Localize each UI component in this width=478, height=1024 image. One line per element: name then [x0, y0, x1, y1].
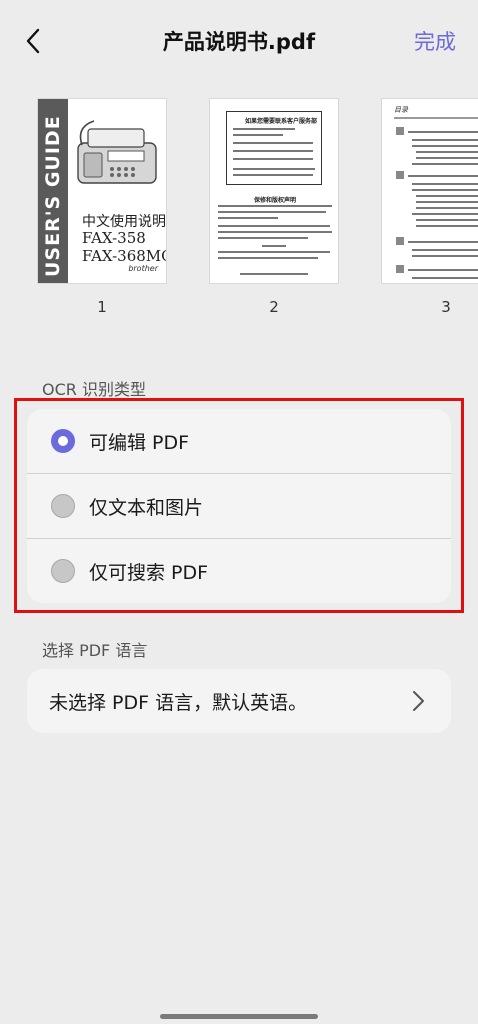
- page-number: 1: [97, 298, 107, 316]
- radio-unselected-icon[interactable]: [51, 494, 75, 518]
- pdf-language-label: 选择 PDF 语言: [42, 641, 148, 660]
- home-indicator[interactable]: [160, 1014, 318, 1019]
- contact-box: 如果您需要联系客户服务部: [226, 111, 322, 185]
- page-thumbnail-1[interactable]: USER'S GUIDE 中文使用说明书 FAX-358 FAX-368MC b…: [37, 98, 167, 284]
- radio-unselected-icon[interactable]: [51, 559, 75, 583]
- page-title: 产品说明书.pdf: [162, 30, 316, 54]
- done-button[interactable]: 完成: [414, 26, 456, 56]
- ocr-option-text-and-images[interactable]: 仅文本和图片: [27, 473, 451, 538]
- cover-subtitle: 中文使用说明书: [82, 214, 166, 230]
- top-bar: 产品说明书.pdf 完成: [0, 0, 478, 84]
- page-thumbnail-3[interactable]: 目录: [381, 98, 478, 284]
- chevron-right-icon: [413, 691, 424, 711]
- ocr-type-options: 可编辑 PDF 仅文本和图片 仅可搜索 PDF: [27, 409, 451, 603]
- option-label: 仅文本和图片: [89, 496, 204, 519]
- page2-subheading: 保修和版权声明: [254, 197, 297, 204]
- fax-machine-image: [77, 120, 157, 184]
- page-number: 3: [441, 298, 451, 316]
- ocr-type-label: OCR 识别类型: [42, 380, 146, 399]
- option-label: 可编辑 PDF: [89, 431, 190, 454]
- page2-heading: 如果您需要联系客户服务部: [245, 118, 318, 125]
- page-thumbnail-2[interactable]: 如果您需要联系客户服务部 保修和版权声明: [209, 98, 339, 284]
- ocr-option-editable-pdf[interactable]: 可编辑 PDF: [27, 409, 451, 473]
- pdf-language-selector[interactable]: 未选择 PDF 语言，默认英语。: [27, 669, 451, 733]
- cover-model-1: FAX-358: [82, 229, 146, 247]
- brother-logo: brother: [128, 264, 158, 273]
- page-thumbnails: USER'S GUIDE 中文使用说明书 FAX-358 FAX-368MC b…: [0, 98, 478, 328]
- cover-model-2: FAX-368MC: [82, 247, 167, 265]
- page3-mark: 目录: [394, 106, 408, 114]
- ocr-option-searchable-pdf[interactable]: 仅可搜索 PDF: [27, 538, 451, 603]
- option-label: 仅可搜索 PDF: [89, 561, 209, 584]
- radio-selected-icon[interactable]: [51, 429, 75, 453]
- cover-band-text: USER'S GUIDE: [42, 115, 64, 277]
- pdf-language-value: 未选择 PDF 语言，默认英语。: [49, 691, 308, 714]
- page-number: 2: [269, 298, 279, 316]
